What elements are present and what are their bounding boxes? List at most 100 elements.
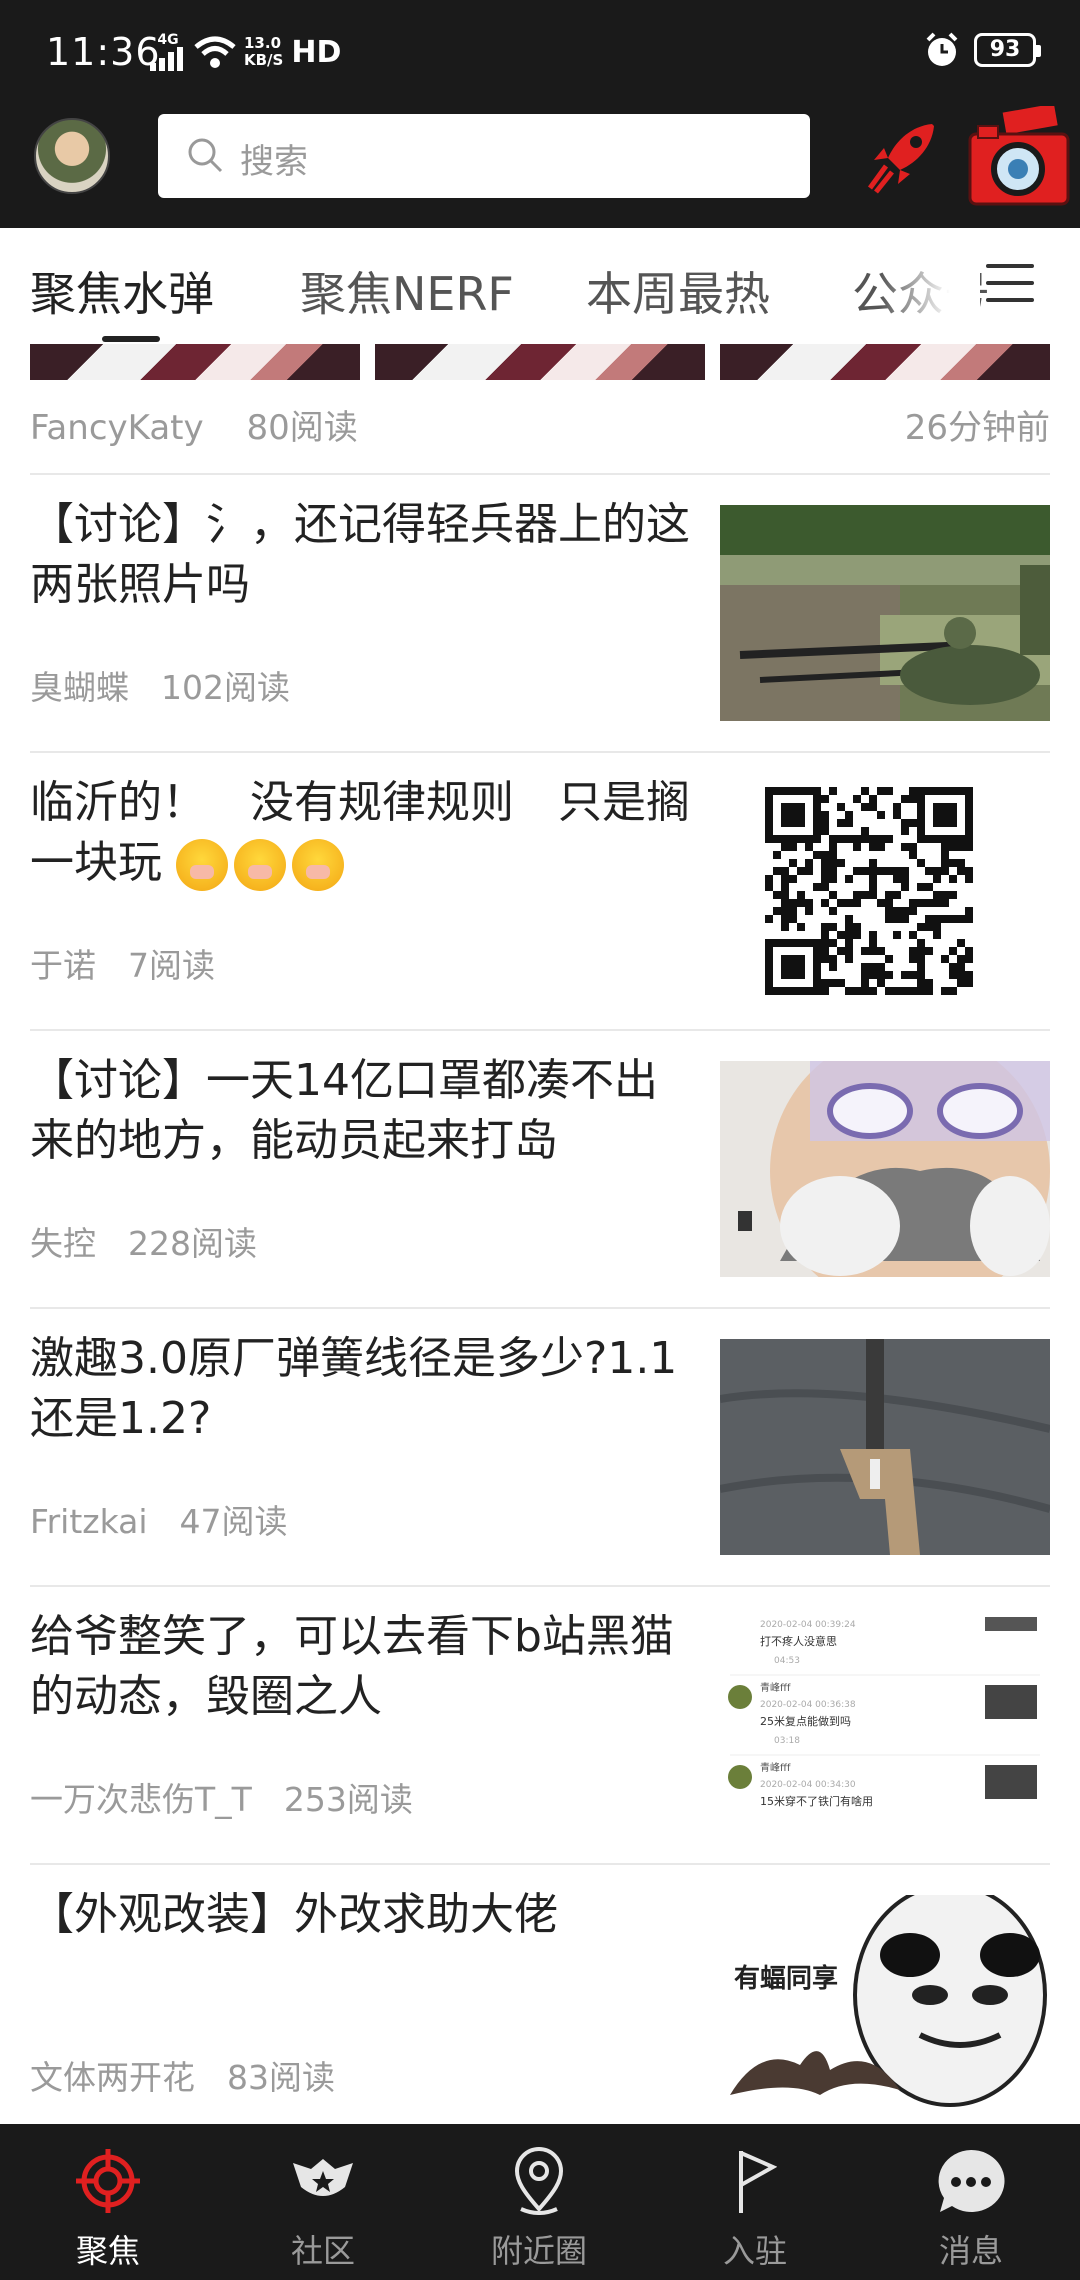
blush-emoji-icon <box>292 839 344 891</box>
comment-user: 青峰fff <box>760 1761 791 1774</box>
item-title: 激趣3.0原厂弹簧线径是多少?1.1还是1.2? <box>30 1333 678 1444</box>
partial-item-meta: FancyKaty 80阅读 26分钟前 <box>30 400 1050 449</box>
list-item[interactable]: 激趣3.0原厂弹簧线径是多少?1.1还是1.2? Fritzkai 47阅读 <box>30 1309 1050 1585</box>
item-thumbnail <box>720 1061 1050 1277</box>
nav-label: 附近圈 <box>490 2232 587 2270</box>
nav-label: 入驻 <box>722 2232 787 2270</box>
item-thumbnail-comments: 2020-02-04 00:39:24 打不疼人没意思 04:53 青峰fff … <box>720 1617 1050 1833</box>
item-meta: 臭蝴蝶 102阅读 <box>30 661 290 709</box>
network-type: 4G <box>157 32 179 48</box>
top-bar: 搜索 <box>0 106 1080 228</box>
comment-duration: 04:53 <box>774 1656 800 1666</box>
comment-text: 15米穿不了铁门有啥用 <box>760 1794 873 1808</box>
nav-community[interactable]: 社区 <box>258 2142 388 2272</box>
meme-caption: 有蝠同享 <box>734 1963 838 1994</box>
item-reads: 47阅读 <box>179 1502 288 1541</box>
list-item[interactable]: 【讨论】氵，还记得轻兵器上的这两张照片吗 臭蝴蝶 102阅读 <box>30 475 1050 751</box>
badge-icon <box>293 2159 353 2196</box>
battery-indicator: 93 <box>974 33 1041 67</box>
item-author: 臭蝴蝶 <box>30 668 129 707</box>
comment-time: 2020-02-04 00:39:24 <box>760 1620 856 1630</box>
partial-image-2 <box>375 344 705 380</box>
nav-focus[interactable]: 聚焦 <box>43 2142 173 2272</box>
item-meta: 失控 228阅读 <box>30 1217 257 1265</box>
partial-item-images[interactable] <box>30 344 1050 380</box>
item-reads: 7阅读 <box>128 946 215 985</box>
tab-focus-nerf[interactable]: 聚焦NERF <box>300 258 514 324</box>
search-input[interactable]: 搜索 <box>158 114 810 198</box>
network-indicators: 4G 13.0 KB/S HD <box>150 32 341 72</box>
item-author: FancyKaty <box>30 408 204 448</box>
alarm-icon <box>926 32 958 66</box>
nav-nearby[interactable]: 附近圈 <box>474 2142 604 2272</box>
avatar[interactable] <box>34 118 110 194</box>
chat-bubble-icon <box>938 2149 1005 2212</box>
item-reads: 83阅读 <box>227 2058 335 2097</box>
comment-time: 2020-02-04 00:34:30 <box>760 1780 856 1790</box>
item-title: 【讨论】氵，还记得轻兵器上的这两张照片吗 <box>30 499 690 610</box>
item-reads: 228阅读 <box>128 1224 257 1263</box>
crosshair-icon <box>76 2149 140 2213</box>
item-author: 一万次悲伤T_T <box>30 1780 252 1819</box>
menu-icon[interactable] <box>986 264 1034 308</box>
item-thumbnail <box>720 505 1050 721</box>
item-meta: 文体两开花 83阅读 <box>30 2051 335 2099</box>
tab-focus-waterbomb[interactable]: 聚焦水弹 <box>30 258 214 324</box>
net-speed-unit: KB/S <box>244 51 284 69</box>
camera-icon[interactable] <box>966 106 1072 210</box>
item-title: 临沂的！ 没有规律规则 只是搁一块玩 <box>30 773 690 893</box>
flag-icon <box>739 2151 777 2213</box>
list-item[interactable]: 【外观改装】外改求助大佬 文体两开花 83阅读 有蝠同享 <box>30 1865 1050 2124</box>
comment-user: 青峰fff <box>760 1681 791 1694</box>
list-item[interactable]: 给爷整笑了，可以去看下b站黑猫的动态，毁圈之人 一万次悲伤T_T 253阅读 20… <box>30 1587 1050 1863</box>
item-thumbnail <box>720 1339 1050 1555</box>
tab-weekly-hot[interactable]: 本周最热 <box>586 258 770 324</box>
net-speed-value: 13.0 <box>244 34 282 52</box>
item-thumbnail-qr <box>720 783 1050 999</box>
status-right: 93 <box>924 32 1041 68</box>
item-meta: 于诺 7阅读 <box>30 939 215 987</box>
blush-emoji-icon <box>234 839 286 891</box>
comment-time: 2020-02-04 00:36:38 <box>760 1700 856 1710</box>
hd-indicator: HD <box>291 34 342 70</box>
category-tabs: 聚焦水弹 聚焦NERF 本周最热 公众号 <box>0 228 1080 344</box>
blush-emoji-icon <box>176 839 228 891</box>
partial-image-1 <box>30 344 360 380</box>
nav-messages[interactable]: 消息 <box>906 2142 1036 2272</box>
nav-join[interactable]: 入驻 <box>690 2142 820 2272</box>
comment-text: 25米复点能做到吗 <box>760 1714 851 1728</box>
item-title: 【讨论】一天14亿口罩都凑不出来的地方，能动员起来打岛 <box>30 1055 658 1166</box>
bottom-nav: 聚焦 社区 附近圈 入驻 消息 <box>0 2124 1080 2280</box>
list-item[interactable]: 临沂的！ 没有规律规则 只是搁一块玩 于诺 7阅读 <box>30 753 1050 1029</box>
item-author: 于诺 <box>30 946 96 985</box>
partial-image-3 <box>720 344 1050 380</box>
nav-label: 聚焦 <box>75 2232 140 2270</box>
nav-label: 社区 <box>290 2232 355 2270</box>
item-title: 给爷整笑了，可以去看下b站黑猫的动态，毁圈之人 <box>30 1611 674 1722</box>
feed-list: FancyKaty 80阅读 26分钟前 【讨论】氵，还记得轻兵器上的这两张照片… <box>0 344 1080 2124</box>
wifi-icon <box>194 36 236 68</box>
item-time: 26分钟前 <box>904 408 1050 448</box>
status-bar: 11:36 4G 13.0 KB/S HD 93 <box>0 0 1080 106</box>
item-author: 失控 <box>30 1224 96 1263</box>
tabs-fade <box>880 228 980 344</box>
rocket-icon[interactable] <box>862 116 942 196</box>
item-title-text: 临沂的！ 没有规律规则 只是搁一块玩 <box>30 777 690 888</box>
nav-label: 消息 <box>938 2232 1003 2270</box>
search-placeholder: 搜索 <box>240 142 308 182</box>
item-reads: 80阅读 <box>246 408 358 448</box>
item-reads: 253阅读 <box>283 1780 413 1819</box>
item-reads: 102阅读 <box>161 668 290 707</box>
item-meta: 一万次悲伤T_T 253阅读 <box>30 1773 413 1821</box>
item-title: 【外观改装】外改求助大佬 <box>30 1889 558 1940</box>
net-speed: 13.0 KB/S <box>244 35 283 69</box>
search-icon <box>188 138 223 173</box>
status-time: 11:36 <box>46 30 161 74</box>
comment-text: 打不疼人没意思 <box>760 1634 837 1648</box>
item-author: 文体两开花 <box>30 2058 195 2097</box>
item-meta: Fritzkai 47阅读 <box>30 1495 288 1543</box>
comment-duration: 03:18 <box>774 1736 800 1746</box>
active-tab-indicator <box>102 336 160 342</box>
item-author: Fritzkai <box>30 1502 148 1541</box>
list-item[interactable]: 【讨论】一天14亿口罩都凑不出来的地方，能动员起来打岛 失控 228阅读 <box>30 1031 1050 1307</box>
